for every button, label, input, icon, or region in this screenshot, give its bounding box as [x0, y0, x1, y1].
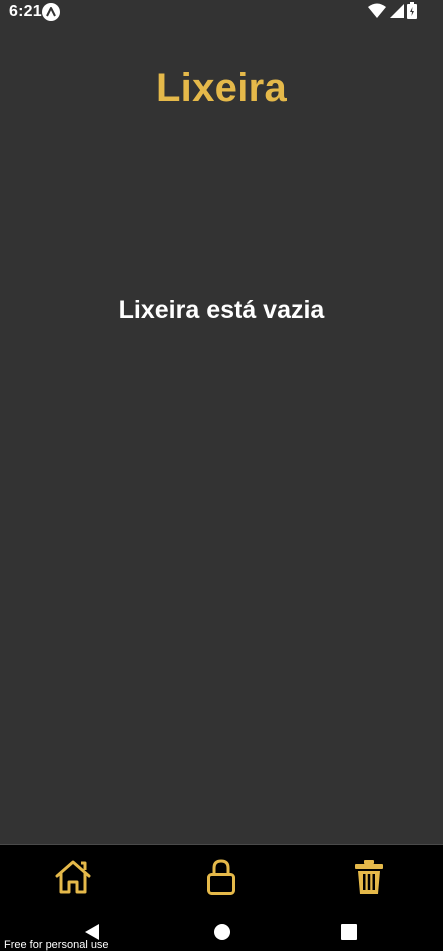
app-notification-icon — [42, 3, 60, 21]
lock-icon — [206, 858, 236, 901]
battery-icon — [407, 2, 417, 24]
status-time: 6:21 — [9, 3, 42, 20]
trash-icon — [354, 859, 384, 900]
tab-home[interactable] — [53, 859, 93, 899]
recents-square-icon — [341, 923, 357, 945]
tab-lock[interactable] — [201, 858, 241, 901]
status-icons — [368, 2, 417, 24]
cell-signal-icon — [389, 3, 404, 24]
nav-home-button[interactable] — [212, 923, 232, 946]
nav-recents-button[interactable] — [339, 923, 359, 945]
watermark-text: Free for personal use — [4, 939, 109, 951]
home-circle-icon — [213, 923, 231, 946]
tab-trash[interactable] — [349, 859, 389, 899]
screen: 6:21 Lixeira Lixeira está vazia Free for… — [0, 0, 443, 951]
wifi-icon — [368, 3, 386, 24]
home-icon — [54, 859, 92, 900]
bottom-tab-bar — [0, 844, 443, 915]
page-title: Lixeira — [155, 66, 288, 110]
empty-state-message: Lixeira está vazia — [118, 296, 325, 324]
status-bar: 6:21 — [0, 0, 443, 26]
